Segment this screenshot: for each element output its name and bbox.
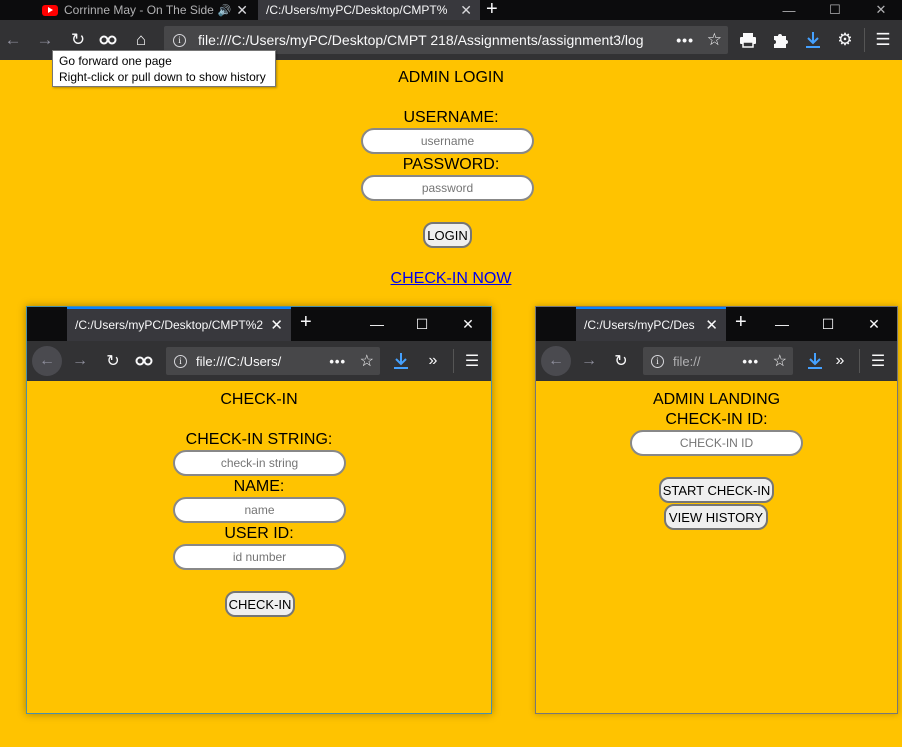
checkin-link-row: CHECK-IN NOW [0,270,902,288]
minimize-icon[interactable]: — [762,307,802,341]
tab-youtube[interactable]: Corrinne May - On The Side 🔊 ✕ [34,0,256,20]
download-icon[interactable] [804,350,826,372]
minimize-icon[interactable]: — [357,307,397,341]
more-dots-icon[interactable]: ••• [676,32,694,48]
tooltip-line: Go forward one page [59,54,172,68]
menu-icon[interactable]: ☰ [461,350,483,372]
reload-icon[interactable]: ↻ [610,350,632,372]
close-window-icon[interactable]: ✕ [858,0,902,20]
forward-icon[interactable]: → [69,350,91,372]
navigation-toolbar: ← → ↻ i file:///C:/Users/ ••• ☆ » ☰ [27,341,491,381]
url-text[interactable]: file:///C:/Users/myPC/Desktop/CMPT 218/A… [198,32,668,48]
maximize-icon[interactable]: ☐ [812,0,858,20]
tab-title: /C:/Users/myPC/Desktop/CMPT%2 [75,318,264,332]
tab-strip: /C:/Users/myPC/Des ✕ + — ☐ ✕ [536,307,897,341]
checkin-id-label: CHECK-IN ID: [665,411,768,428]
forward-icon[interactable]: → [34,29,56,51]
checkin-string-input[interactable] [173,450,346,476]
bookmark-star-icon[interactable]: ☆ [360,351,374,371]
toolbar-divider [453,349,454,373]
tab-title: /C:/Users/myPC/Desktop/CMPT% [266,3,448,17]
download-icon[interactable] [802,29,824,51]
minimize-icon[interactable]: — [766,0,812,20]
page-title: ADMIN LANDING [652,391,781,408]
toolbar-divider [859,349,860,373]
close-tab-icon[interactable]: ✕ [456,2,472,19]
tooltip-line: Right-click or pull down to show history [59,70,266,84]
overflow-chevrons-icon[interactable]: » [422,350,444,372]
checkin-window: /C:/Users/myPC/Desktop/CMPT%2 ✕ + — ☐ ✕ … [26,306,492,714]
name-label: NAME: [233,478,285,495]
close-window-icon[interactable]: ✕ [854,307,894,341]
extensions-icon[interactable] [769,29,791,51]
user-id-label: USER ID: [224,525,294,542]
private-mask-icon[interactable] [97,29,119,51]
username-label: USERNAME: [403,109,499,126]
maximize-icon[interactable]: ☐ [808,307,848,341]
close-tab-icon[interactable]: ✕ [701,316,718,334]
login-button[interactable]: LOGIN [423,222,472,248]
reload-icon[interactable]: ↻ [102,350,124,372]
name-input[interactable] [173,497,346,523]
password-input[interactable] [361,175,534,201]
forward-icon[interactable]: → [578,350,600,372]
username-input[interactable] [361,128,534,154]
overflow-chevrons-icon[interactable]: » [829,350,851,372]
home-icon[interactable]: ⌂ [130,29,152,51]
tab-strip: Corrinne May - On The Side 🔊 ✕ /C:/Users… [0,0,902,20]
info-icon[interactable]: i [651,354,664,368]
url-text[interactable]: file:///C:/Users/ [196,354,314,369]
tab-active[interactable]: /C:/Users/myPC/Des ✕ [576,307,726,341]
info-icon[interactable]: i [174,354,187,368]
menu-icon[interactable]: ☰ [872,29,894,51]
new-tab-icon[interactable]: + [486,0,498,21]
maximize-icon[interactable]: ☐ [402,307,442,341]
checkin-page: CHECK-IN CHECK-IN STRING: NAME: USER ID:… [27,381,491,713]
bookmark-star-icon[interactable]: ☆ [773,351,787,371]
reload-icon[interactable]: ↻ [67,29,89,51]
close-tab-icon[interactable]: ✕ [266,316,283,334]
tab-strip: /C:/Users/myPC/Desktop/CMPT%2 ✕ + — ☐ ✕ [27,307,491,341]
checkin-button[interactable]: CHECK-IN [225,591,295,617]
youtube-icon [42,4,58,16]
new-tab-icon[interactable]: + [735,311,747,334]
private-mask-icon[interactable] [133,350,155,372]
view-history-button[interactable]: VIEW HISTORY [664,504,768,530]
admin-landing-page: ADMIN LANDING CHECK-IN ID: START CHECK-I… [536,381,897,713]
tab-title: Corrinne May - On The Side [64,3,214,17]
new-tab-icon[interactable]: + [300,311,312,334]
close-window-icon[interactable]: ✕ [448,307,488,341]
more-dots-icon[interactable]: ••• [329,354,346,369]
back-icon[interactable]: ← [2,29,24,51]
toolbar-divider [864,28,865,52]
menu-icon[interactable]: ☰ [867,350,889,372]
speaker-icon[interactable]: 🔊 [218,4,232,17]
tab-active[interactable]: /C:/Users/myPC/Desktop/CMPT% ✕ [258,0,480,20]
close-tab-icon[interactable]: ✕ [232,2,248,19]
checkin-string-label: CHECK-IN STRING: [185,431,333,448]
navigation-toolbar: ← → ↻ i file:// ••• ☆ » ☰ [536,341,897,381]
forward-tooltip: Go forward one page Right-click or pull … [52,50,276,87]
info-icon[interactable]: i [173,33,186,47]
tab-active[interactable]: /C:/Users/myPC/Desktop/CMPT%2 ✕ [67,307,291,341]
settings-gear-icon[interactable]: ⚙ [834,29,856,51]
more-dots-icon[interactable]: ••• [742,354,759,369]
url-text[interactable]: file:// [673,354,733,369]
url-bar[interactable]: i file:// ••• ☆ [643,347,793,375]
checkin-id-input[interactable] [630,430,803,456]
back-icon[interactable]: ← [32,346,62,376]
back-icon[interactable]: ← [541,346,571,376]
page-title: CHECK-IN [220,391,298,408]
tab-title: /C:/Users/myPC/Des [584,318,695,332]
bookmark-star-icon[interactable]: ☆ [707,30,722,50]
start-checkin-button[interactable]: START CHECK-IN [659,477,774,503]
user-id-input[interactable] [173,544,346,570]
download-icon[interactable] [390,350,412,372]
print-icon[interactable] [737,29,759,51]
admin-landing-window: /C:/Users/myPC/Des ✕ + — ☐ ✕ ← → ↻ i fil… [535,306,898,714]
url-bar[interactable]: i file:///C:/Users/ ••• ☆ [166,347,380,375]
password-label: PASSWORD: [402,156,500,173]
checkin-now-link[interactable]: CHECK-IN NOW [391,270,512,287]
